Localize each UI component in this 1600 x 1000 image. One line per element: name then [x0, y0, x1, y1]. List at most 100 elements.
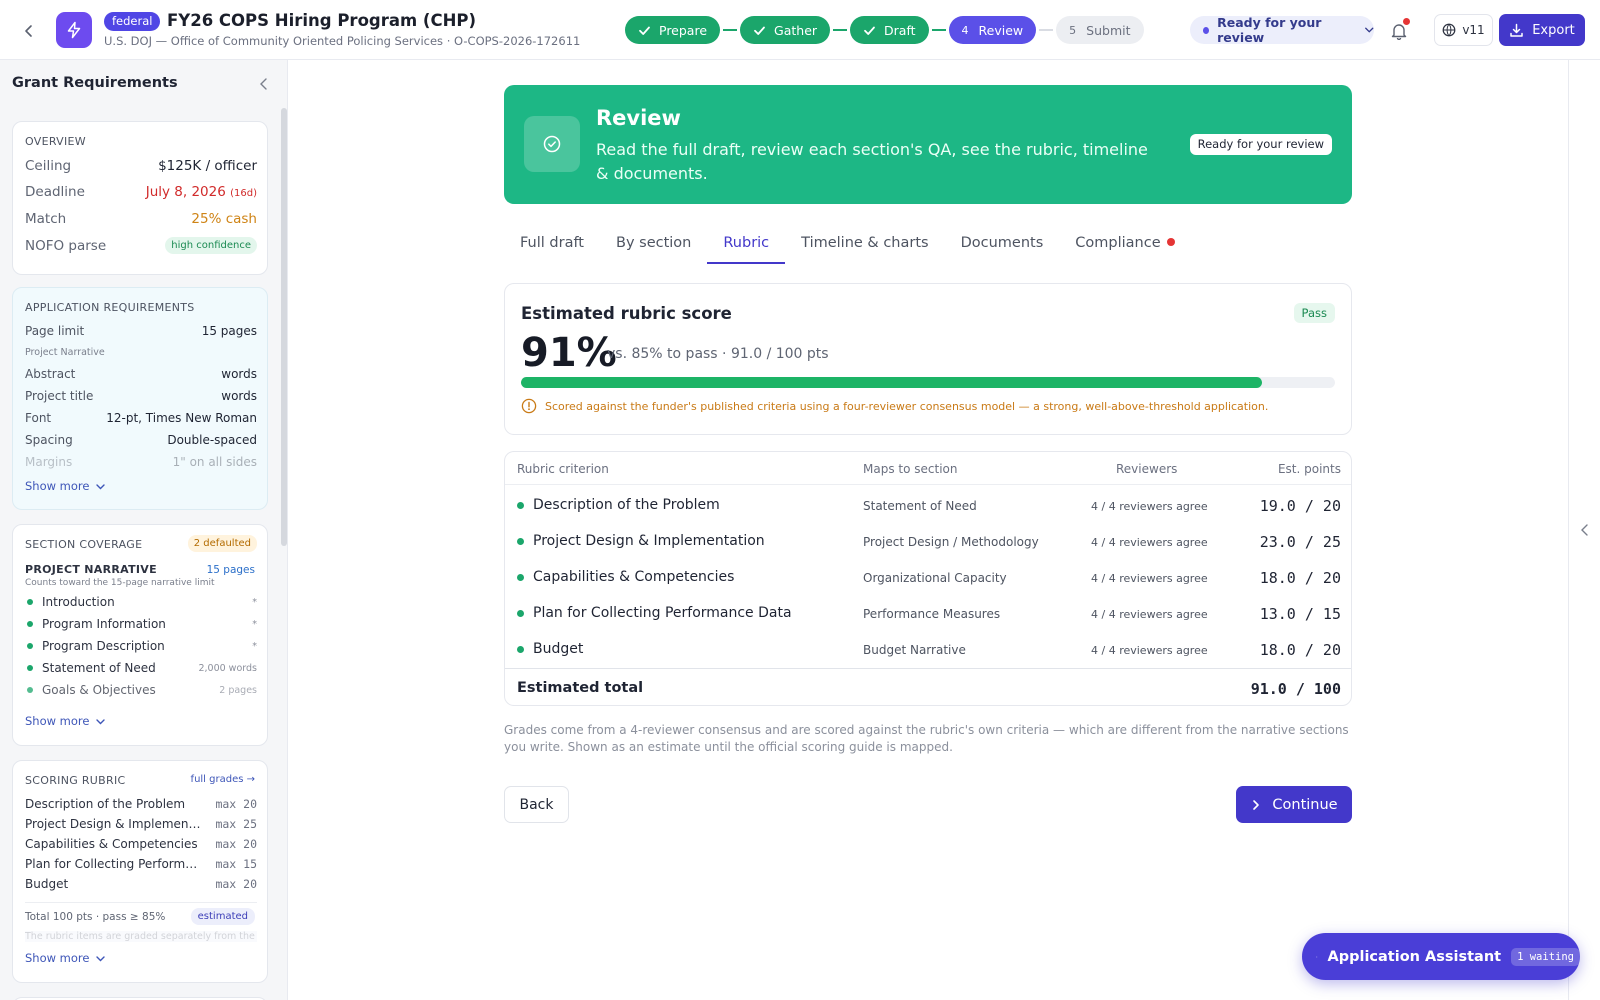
- section-coverage-heading: SECTION COVERAGE: [25, 538, 143, 551]
- application-assistant-button[interactable]: Application Assistant 1 waiting: [1302, 933, 1580, 980]
- chevron-down-icon: [1364, 27, 1373, 33]
- step-submit[interactable]: 5 Submit: [1056, 16, 1144, 44]
- page-limit-row: Page limit 15 pages: [25, 324, 257, 338]
- header-points: Est. points: [1277, 462, 1341, 476]
- version-history-button[interactable]: v11: [1434, 14, 1493, 46]
- reviewer-agreement: 4 / 4 reviewers agree: [1091, 500, 1208, 513]
- header-section: Maps to section: [863, 462, 958, 476]
- globe-icon: [1442, 23, 1456, 37]
- tab-label: Compliance: [1075, 235, 1161, 251]
- page-limit-note: Project Narrative: [25, 347, 105, 358]
- tab-documents[interactable]: Documents: [945, 222, 1060, 264]
- review-hero-banner: Review Read the full draft, review each …: [504, 85, 1352, 204]
- tab-by-section[interactable]: By section: [600, 222, 707, 264]
- abstract-label: Abstract: [25, 367, 76, 381]
- program-subtitle: U.S. DOJ — Office of Community Oriented …: [104, 34, 581, 48]
- deadline-label: Deadline: [25, 184, 85, 200]
- assistant-waiting-badge: 1 waiting: [1511, 947, 1580, 966]
- match-value: 25% cash: [191, 211, 257, 227]
- rubric-item: Description of the Problem max 20: [25, 797, 257, 811]
- score-title: Estimated rubric score: [521, 304, 732, 323]
- reviewer-agreement: 4 / 4 reviewers agree: [1091, 608, 1208, 621]
- mapped-section: Statement of Need: [863, 499, 977, 513]
- expand-panel-chevron-left-icon[interactable]: [1579, 522, 1591, 541]
- show-more-label: Show more: [25, 951, 90, 965]
- collapse-sidebar-chevron-left-icon[interactable]: [256, 76, 272, 92]
- export-button[interactable]: Export: [1499, 14, 1585, 46]
- back-button[interactable]: Back: [504, 786, 569, 823]
- spacing-value: Double-spaced: [167, 433, 257, 447]
- tab-rubric[interactable]: Rubric: [707, 222, 785, 264]
- score-comparison: vs. 85% to pass · 91.0 / 100 pts: [607, 346, 829, 362]
- coverage-item-label: Goals & Objectives: [42, 683, 156, 697]
- top-bar: federal FY26 COPS Hiring Program (CHP) U…: [0, 0, 1600, 60]
- step-connector: [723, 29, 738, 31]
- table-row[interactable]: Budget Budget Narrative 4 / 4 reviewers …: [505, 632, 1351, 668]
- table-row[interactable]: Capabilities & Competencies Organization…: [505, 560, 1351, 596]
- complete-dot: [27, 621, 33, 627]
- tab-label: By section: [616, 235, 692, 251]
- check-icon: [864, 26, 875, 35]
- rubric-item-max: max 25: [215, 817, 257, 831]
- tab-timeline-charts[interactable]: Timeline & charts: [785, 222, 944, 264]
- status-label: Ready for your review: [1217, 15, 1322, 45]
- coverage-item-meta: 2,000 words: [198, 662, 257, 674]
- tab-full-draft[interactable]: Full draft: [504, 222, 600, 264]
- estimated-points: 13.0 / 15: [1259, 605, 1341, 623]
- nofo-confidence-badge: high confidence: [165, 237, 257, 254]
- rubric-table: Rubric criterion Maps to section Reviewe…: [504, 451, 1352, 706]
- table-total-row: Estimated total 91.0 / 100: [505, 668, 1351, 705]
- back-arrow-icon[interactable]: [16, 18, 42, 44]
- header-reviewers: Reviewers: [1116, 462, 1178, 476]
- rubric-item-max: max 20: [215, 797, 257, 811]
- table-row[interactable]: Plan for Collecting Performance Data Per…: [505, 596, 1351, 632]
- criterion-name: Budget: [533, 641, 584, 657]
- coverage-item[interactable]: Goals & Objectives 2 pages: [27, 683, 257, 697]
- estimated-points: 23.0 / 25: [1259, 533, 1341, 551]
- spacing-row: Spacing Double-spaced: [25, 433, 257, 447]
- sparkle-icon: [1316, 955, 1318, 958]
- estimated-points: 19.0 / 20: [1259, 497, 1341, 515]
- notification-dot: [1403, 18, 1410, 25]
- complete-dot: [27, 687, 33, 693]
- hero-title: Review: [596, 106, 681, 130]
- step-draft[interactable]: Draft: [850, 16, 929, 44]
- coverage-item[interactable]: Program Information *: [27, 617, 257, 631]
- pass-badge: Pass: [1293, 303, 1335, 323]
- rubric-show-more[interactable]: Show more: [25, 951, 106, 965]
- tab-compliance[interactable]: Compliance: [1059, 222, 1190, 264]
- scoring-rubric-heading: SCORING RUBRIC: [25, 774, 126, 787]
- chevron-down-icon: [96, 718, 106, 724]
- rubric-item-name: Plan for Collecting Performance Data: [25, 857, 203, 871]
- sidebar-scrollbar[interactable]: [281, 108, 287, 546]
- continue-button[interactable]: Continue: [1236, 786, 1352, 823]
- coverage-item[interactable]: Program Description *: [27, 639, 257, 653]
- spacing-label: Spacing: [25, 433, 73, 447]
- tab-label: Full draft: [520, 235, 584, 251]
- overview-heading: OVERVIEW: [25, 135, 86, 148]
- full-grades-link[interactable]: full grades →: [191, 774, 255, 785]
- coverage-item[interactable]: Introduction *: [27, 595, 257, 609]
- coverage-item-label: Introduction: [42, 595, 115, 609]
- coverage-item[interactable]: Statement of Need 2,000 words: [27, 661, 257, 675]
- table-row[interactable]: Description of the Problem Statement of …: [505, 488, 1351, 524]
- step-prepare[interactable]: Prepare: [625, 16, 721, 44]
- reviewer-agreement: 4 / 4 reviewers agree: [1091, 572, 1208, 585]
- step-label: Submit: [1086, 22, 1131, 38]
- score-note-text: Scored against the funder's published cr…: [545, 399, 1269, 413]
- review-status-dropdown[interactable]: Ready for your review: [1190, 15, 1374, 45]
- coverage-show-more[interactable]: Show more: [25, 714, 106, 728]
- step-gather[interactable]: Gather: [740, 16, 831, 44]
- table-row[interactable]: Project Design & Implementation Project …: [505, 524, 1351, 560]
- tab-label: Timeline & charts: [801, 235, 929, 251]
- check-icon: [639, 26, 650, 35]
- notifications-bell-icon[interactable]: [1386, 18, 1412, 44]
- rubric-footnote: Grades come from a 4-reviewer consensus …: [504, 723, 1349, 754]
- mapped-section: Organizational Capacity: [863, 571, 1007, 585]
- step-review[interactable]: 4 Review: [948, 16, 1037, 44]
- mapped-section: Performance Measures: [863, 607, 1001, 621]
- tab-label: Documents: [960, 235, 1044, 251]
- app-req-show-more[interactable]: Show more: [25, 479, 106, 493]
- hero-description: Read the full draft, review each section…: [596, 140, 1148, 183]
- assistant-label: Application Assistant: [1327, 948, 1502, 965]
